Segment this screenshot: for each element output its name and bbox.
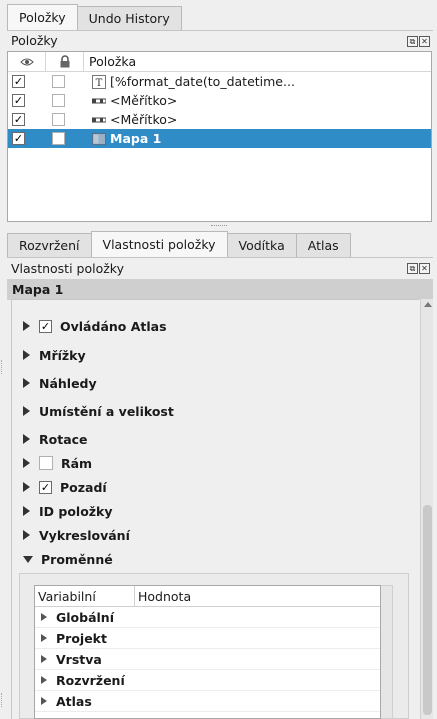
item-label: <Měřítko>: [110, 112, 178, 127]
expand-arrow-icon[interactable]: [41, 697, 47, 705]
tab-item-properties[interactable]: Vlastnosti položky: [90, 231, 228, 257]
group-rendering[interactable]: Vykreslování: [23, 525, 130, 545]
group-background[interactable]: ✓ Pozadí: [23, 477, 107, 497]
lock-checkbox[interactable]: [52, 113, 65, 126]
expand-arrow-icon[interactable]: [23, 482, 30, 492]
group-overviews[interactable]: Náhledy: [23, 373, 97, 393]
expand-arrow-icon[interactable]: [23, 378, 30, 388]
scroll-up-icon[interactable]: [424, 302, 432, 307]
scalebar-icon: [88, 98, 110, 104]
close-icon[interactable]: ✕: [419, 263, 430, 274]
table-row[interactable]: Atlas: [35, 691, 380, 712]
collapse-arrow-icon[interactable]: [23, 555, 33, 563]
tab-items[interactable]: Položky: [7, 4, 78, 30]
lock-icon[interactable]: [46, 52, 84, 71]
table-row[interactable]: Vrstva: [35, 649, 380, 670]
list-item-selected[interactable]: ✓ Mapa 1: [8, 129, 431, 148]
tab-guides[interactable]: Vodítka: [226, 233, 297, 257]
visible-checkbox[interactable]: ✓: [12, 75, 25, 88]
group-checkbox[interactable]: [39, 456, 53, 470]
tab-layout[interactable]: Rozvržení: [7, 233, 92, 257]
group-checkbox[interactable]: ✓: [39, 319, 52, 333]
splitter-handle[interactable]: [211, 225, 227, 228]
group-frame[interactable]: Rám: [23, 453, 92, 473]
dock-resize-handle[interactable]: [1, 360, 3, 374]
visible-checkbox[interactable]: ✓: [12, 94, 25, 107]
item-label: [%format_date(to_datetime...: [110, 74, 295, 89]
expand-arrow-icon[interactable]: [23, 406, 30, 416]
item-name-header: Mapa 1: [7, 279, 433, 300]
lock-checkbox[interactable]: [52, 75, 65, 88]
group-atlas-controlled[interactable]: ✓ Ovládáno Atlas: [23, 316, 167, 336]
map-icon: [88, 132, 110, 145]
expand-arrow-icon[interactable]: [23, 434, 30, 444]
group-grids[interactable]: Mřížky: [23, 345, 86, 365]
expand-arrow-icon[interactable]: [23, 350, 30, 360]
item-column-header[interactable]: Položka: [84, 52, 431, 71]
list-item[interactable]: ✓ <Měřítko>: [8, 91, 431, 110]
group-variables[interactable]: Proměnné: [23, 549, 113, 569]
list-item[interactable]: ✓ <Měřítko>: [8, 110, 431, 129]
column-header-value[interactable]: Hodnota: [135, 586, 191, 606]
items-dock-buttons: ⧉ ✕: [407, 36, 430, 47]
item-label: <Měřítko>: [110, 93, 178, 108]
props-dock-title: Vlastnosti položky: [11, 261, 124, 276]
group-checkbox[interactable]: ✓: [39, 480, 52, 494]
expand-arrow-icon[interactable]: [23, 506, 30, 516]
properties-scrollbar[interactable]: [420, 299, 433, 719]
items-dock-title: Položky: [11, 33, 58, 48]
bottom-tab-bar: Rozvržení Vlastnosti položky Vodítka Atl…: [7, 231, 351, 257]
list-item[interactable]: ✓ T [%format_date(to_datetime...: [8, 72, 431, 91]
visible-checkbox[interactable]: ✓: [12, 113, 25, 126]
props-dock-buttons: ⧉ ✕: [407, 263, 430, 274]
group-item-id[interactable]: ID položky: [23, 501, 113, 521]
visible-checkbox[interactable]: ✓: [12, 132, 25, 145]
column-header-name[interactable]: Variabilní: [35, 586, 135, 606]
expand-arrow-icon[interactable]: [41, 613, 47, 621]
float-icon[interactable]: ⧉: [407, 263, 418, 274]
lock-checkbox[interactable]: [52, 94, 65, 107]
variables-scrollbar[interactable]: [381, 585, 393, 719]
item-label: Mapa 1: [110, 131, 162, 146]
scalebar-icon: [88, 117, 110, 123]
expand-arrow-icon[interactable]: [41, 655, 47, 663]
variables-table: Variabilní Hodnota Globální Projekt Vrst…: [34, 585, 381, 719]
top-tab-bar: Položky Undo History: [7, 4, 182, 30]
items-table-header: Položka: [8, 52, 431, 72]
text-icon: T: [88, 74, 110, 89]
scrollbar-thumb[interactable]: [423, 505, 432, 715]
expand-arrow-icon[interactable]: [23, 530, 30, 540]
float-icon[interactable]: ⧉: [407, 36, 418, 47]
group-rotation[interactable]: Rotace: [23, 429, 88, 449]
tab-undo-history[interactable]: Undo History: [76, 6, 182, 30]
table-row[interactable]: Globální: [35, 607, 380, 628]
table-row[interactable]: Projekt: [35, 628, 380, 649]
variables-table-header: Variabilní Hodnota: [35, 586, 380, 607]
tab-divider: [7, 30, 433, 31]
table-row[interactable]: Rozvržení: [35, 670, 380, 691]
expand-arrow-icon[interactable]: [23, 321, 30, 331]
svg-text:T: T: [96, 78, 103, 89]
items-table: Položka ✓ T [%format_date(to_datetime...…: [7, 51, 432, 222]
expand-arrow-icon[interactable]: [23, 458, 30, 468]
eye-icon[interactable]: [8, 52, 46, 71]
dock-resize-handle[interactable]: [1, 693, 3, 707]
expand-arrow-icon[interactable]: [41, 676, 47, 684]
expand-arrow-icon[interactable]: [41, 634, 47, 642]
group-position-size[interactable]: Umístění a velikost: [23, 401, 174, 421]
close-icon[interactable]: ✕: [419, 36, 430, 47]
tab-divider: [7, 257, 433, 258]
lock-checkbox[interactable]: [52, 132, 65, 145]
tab-atlas[interactable]: Atlas: [295, 233, 351, 257]
